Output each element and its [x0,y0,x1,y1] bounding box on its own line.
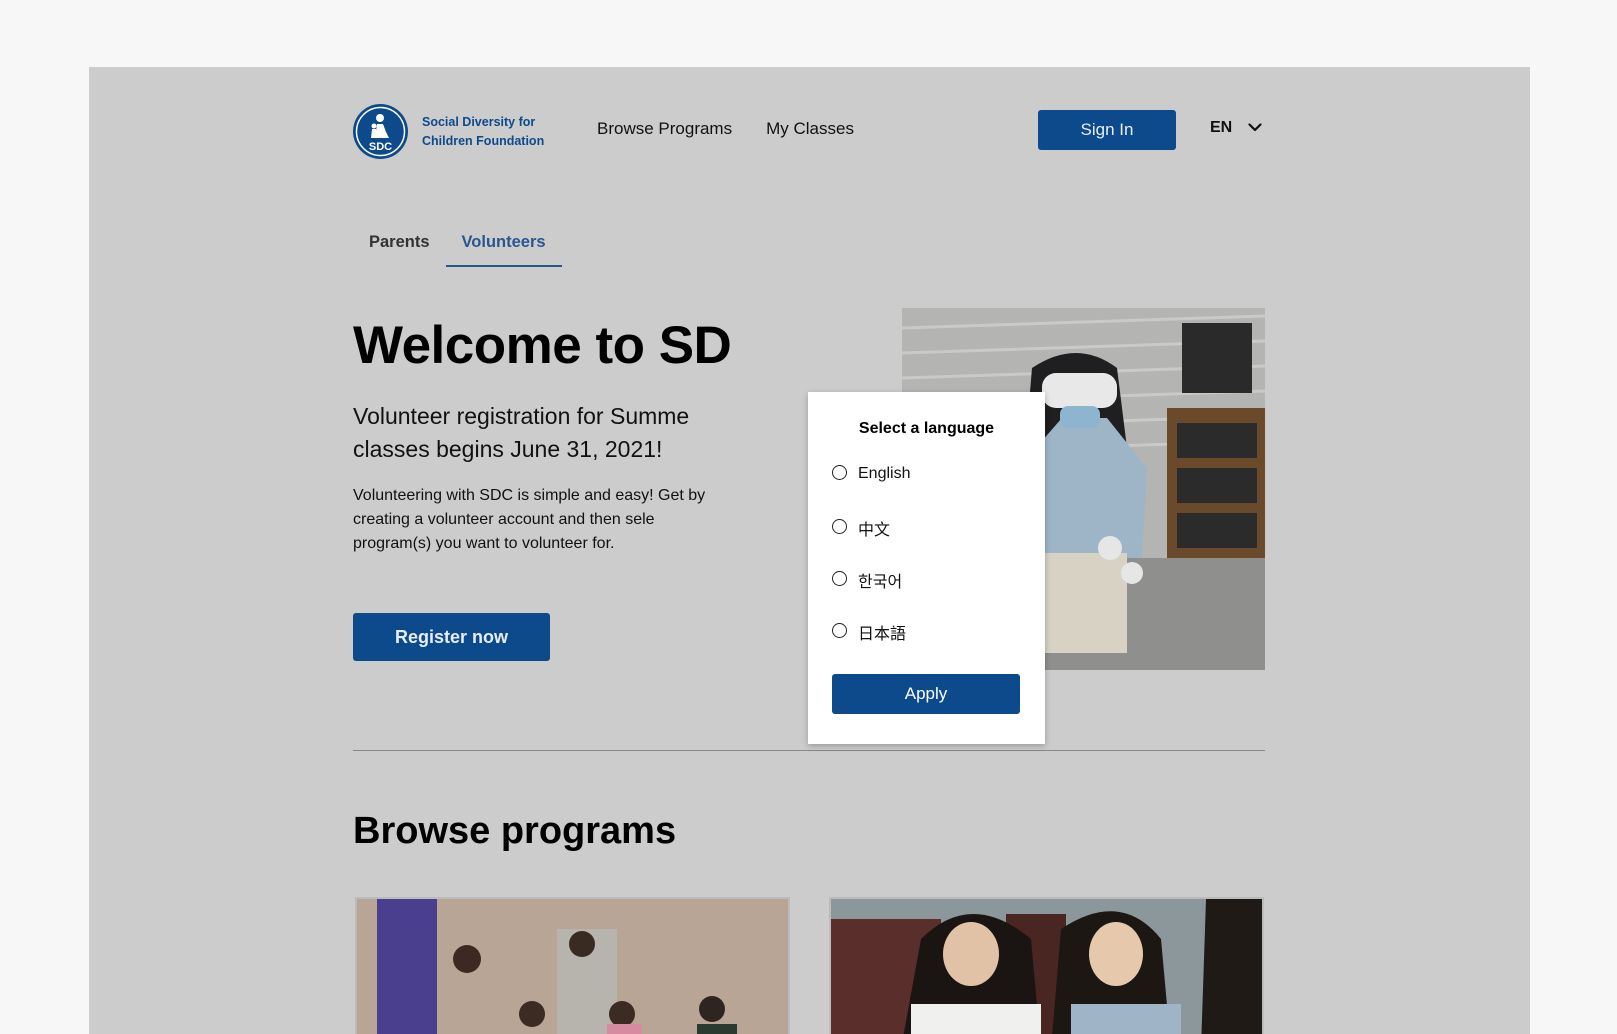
chevron-down-icon [1248,119,1262,137]
org-logo[interactable]: SDC Social Diversity for Children Founda… [353,104,562,159]
tab-parents[interactable]: Parents [353,233,446,267]
audience-tabs: Parents Volunteers [353,233,562,267]
language-selector[interactable]: EN [1210,119,1262,137]
hero-title: Welcome to SD [353,316,732,375]
language-modal: Select a language English 中文 한국어 日本語 App… [808,392,1045,744]
language-option-english[interactable]: English [832,464,911,483]
language-option-japanese[interactable]: 日本語 [832,620,906,644]
program-card[interactable] [829,897,1264,1034]
language-code: EN [1210,119,1233,136]
hero-body: Volunteering with SDC is simple and easy… [353,487,706,552]
main-nav: Browse Programs My Classes [597,119,854,139]
tab-volunteers[interactable]: Volunteers [445,233,562,267]
radio-chinese[interactable] [832,518,847,534]
language-option-label: 日本語 [858,626,907,643]
radio-korean[interactable] [832,570,847,586]
apply-button[interactable]: Apply [832,674,1020,714]
browse-programs-heading: Browse programs [353,810,677,852]
sdc-logo-icon: SDC [353,104,408,159]
language-option-label: 한국어 [858,574,903,591]
modal-title: Select a language [858,420,995,437]
radio-japanese[interactable] [832,622,847,638]
logo-text: SDC [369,141,392,153]
language-option-chinese[interactable]: 中文 [832,516,890,540]
radio-english[interactable] [832,464,847,480]
sign-in-button[interactable]: Sign In [1038,110,1176,150]
section-divider [353,750,1265,751]
program-card[interactable] [355,897,790,1034]
nav-browse-programs[interactable]: Browse Programs [597,119,732,139]
hero-subtitle: Volunteer registration for Summe classes… [353,403,690,462]
language-option-korean[interactable]: 한국어 [832,568,902,592]
org-name-line2: Children Foundation [422,133,545,148]
language-option-label: English [858,465,911,482]
register-now-button[interactable]: Register now [353,613,550,661]
language-option-label: 中文 [858,522,891,539]
org-name: Social Diversity for Children Foundation [422,113,562,151]
page-frame: SDC Social Diversity for Children Founda… [89,67,1530,1034]
org-name-line1: Social Diversity for [422,114,536,129]
nav-my-classes[interactable]: My Classes [766,119,854,139]
